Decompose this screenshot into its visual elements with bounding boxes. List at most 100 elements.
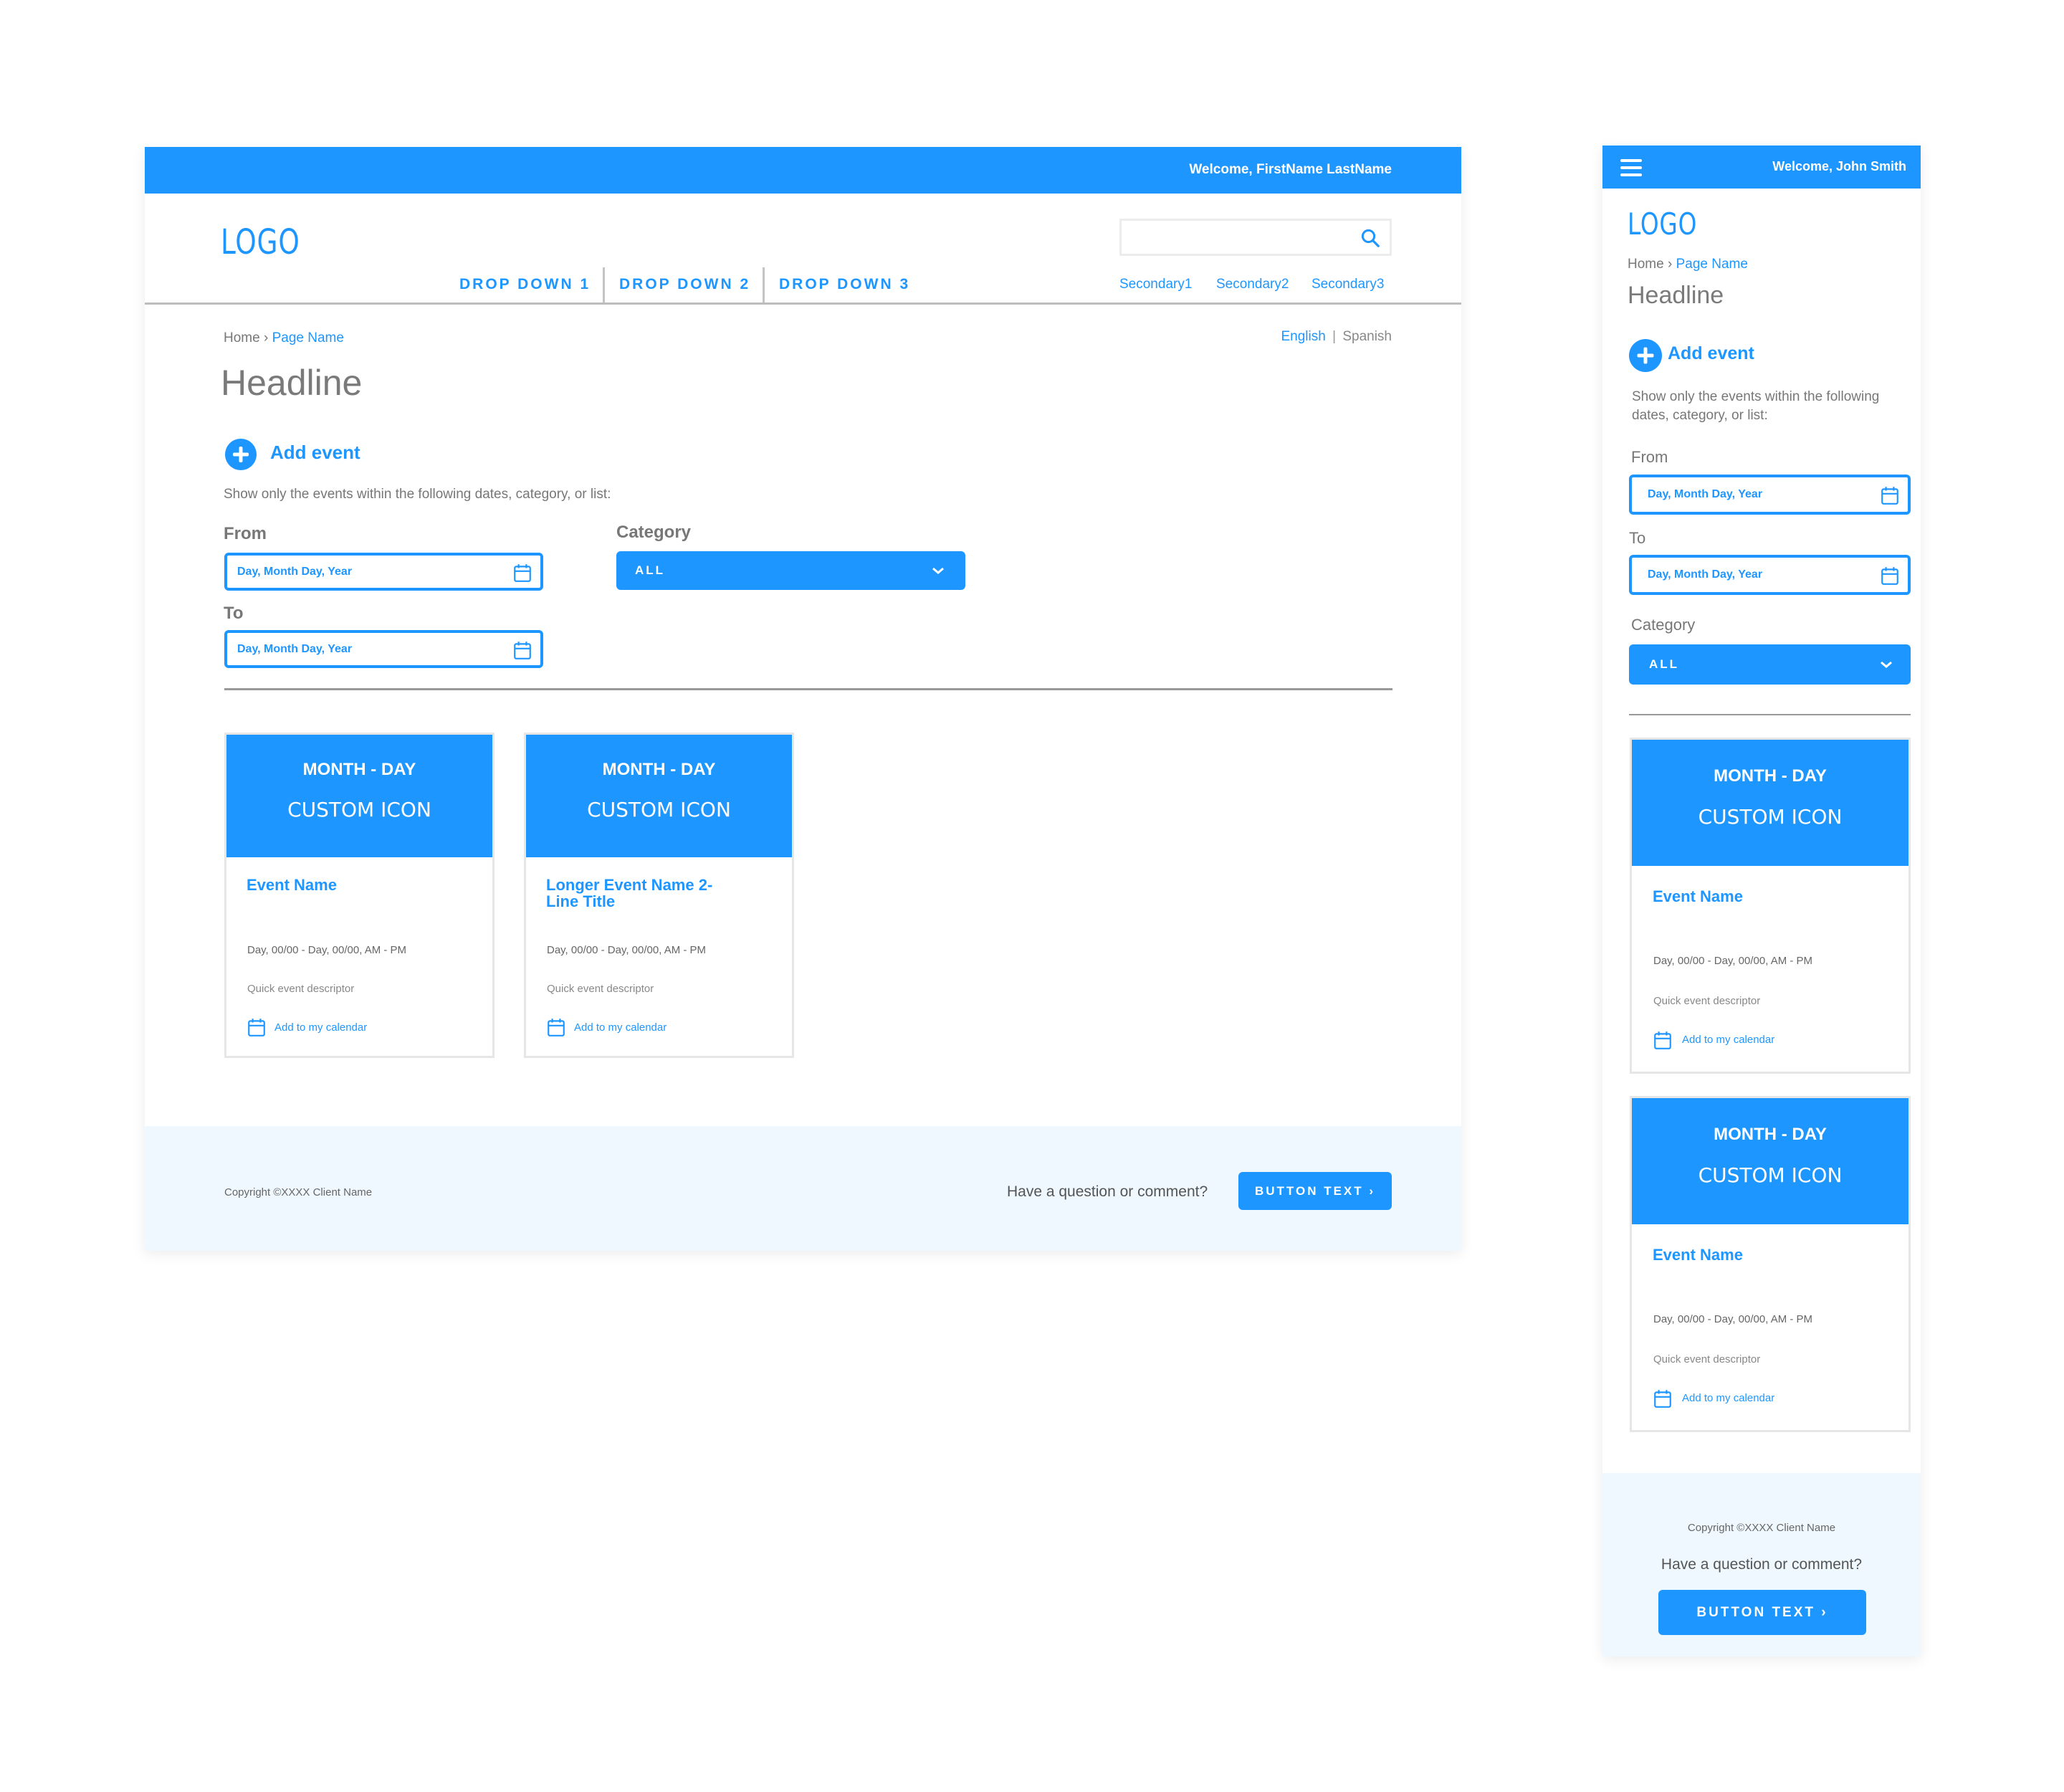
nav-dropdown-3[interactable]: DROP DOWN 3 <box>779 276 910 293</box>
event-name[interactable]: Longer Event Name 2-Line Title <box>546 877 718 910</box>
nav-divider <box>763 267 765 303</box>
from-date-value: Day, Month Day, Year <box>1648 488 1763 500</box>
event-descriptor: Quick event descriptor <box>1653 1353 1761 1366</box>
add-to-calendar-link[interactable]: Add to my calendar <box>1682 1392 1774 1404</box>
add-to-calendar-link[interactable]: Add to my calendar <box>574 1021 666 1034</box>
footer: Copyright ©XXXX Client Name Have a quest… <box>145 1126 1461 1251</box>
mobile-frame: Welcome, John Smith LOGO Home › Page Nam… <box>1602 146 1921 1657</box>
from-date-value: Day, Month Day, Year <box>237 565 353 578</box>
event-name[interactable]: Event Name <box>247 877 462 893</box>
breadcrumb-current: Page Name <box>1676 257 1748 272</box>
calendar-icon[interactable] <box>247 1017 266 1037</box>
welcome-text: Welcome, FirstName LastName <box>1189 162 1392 177</box>
custom-icon: CUSTOM ICON <box>587 798 731 821</box>
breadcrumb: Home › Page Name <box>1628 257 1748 272</box>
to-date-field[interactable]: Day, Month Day, Year <box>1629 555 1911 595</box>
category-select[interactable]: ALL <box>1629 644 1911 685</box>
to-date-field[interactable]: Day, Month Day, Year <box>224 630 543 668</box>
secondary-link-1[interactable]: Secondary1 <box>1119 277 1192 292</box>
add-event-icon[interactable] <box>1629 339 1662 372</box>
add-to-calendar-link[interactable]: Add to my calendar <box>1682 1034 1774 1046</box>
custom-icon: CUSTOM ICON <box>287 798 431 821</box>
calendar-icon[interactable] <box>1881 566 1899 586</box>
event-card[interactable]: MONTH - DAY CUSTOM ICON Event Name Day, … <box>1630 1096 1911 1432</box>
nav-dropdown-2[interactable]: DROP DOWN 2 <box>619 276 750 293</box>
calendar-icon[interactable] <box>1653 1388 1672 1409</box>
card-header: MONTH - DAY CUSTOM ICON <box>226 735 492 857</box>
add-to-calendar-link[interactable]: Add to my calendar <box>274 1021 367 1034</box>
footer-question: Have a question or comment? <box>1007 1183 1208 1200</box>
page-title: Headline <box>1628 282 1724 309</box>
from-date-field[interactable]: Day, Month Day, Year <box>1629 475 1911 515</box>
calendar-icon[interactable] <box>1881 485 1899 505</box>
add-event-icon[interactable] <box>225 439 257 470</box>
breadcrumb: Home › Page Name <box>224 330 344 346</box>
copyright-text: Copyright ©XXXX Client Name <box>1687 1522 1836 1534</box>
card-date: MONTH - DAY <box>602 760 716 779</box>
event-card[interactable]: MONTH - DAY CUSTOM ICON Event Name Day, … <box>1630 738 1911 1074</box>
calendar-icon[interactable] <box>513 563 532 583</box>
secondary-link-3[interactable]: Secondary3 <box>1312 277 1384 292</box>
category-select[interactable]: ALL <box>616 551 965 590</box>
category-value: ALL <box>635 563 666 577</box>
filter-divider <box>1629 714 1911 715</box>
filter-description: dates, category, or list: <box>1632 408 1768 423</box>
language-spanish[interactable]: Spanish <box>1342 329 1392 344</box>
card-header: MONTH - DAY CUSTOM ICON <box>526 735 792 857</box>
search-icon[interactable] <box>1360 227 1381 249</box>
custom-icon: CUSTOM ICON <box>1698 805 1843 829</box>
to-label: To <box>224 604 244 623</box>
event-time: Day, 00/00 - Day, 00/00, AM - PM <box>1653 955 1813 967</box>
event-name[interactable]: Event Name <box>1653 888 1743 905</box>
filter-description: Show only the events within the followin… <box>1632 389 1880 404</box>
breadcrumb-separator: › <box>1667 257 1673 272</box>
event-card[interactable]: MONTH - DAY CUSTOM ICON Longer Event Nam… <box>524 733 794 1058</box>
card-header: MONTH - DAY CUSTOM ICON <box>1632 740 1908 866</box>
calendar-icon[interactable] <box>547 1017 565 1037</box>
footer-cta-button[interactable]: BUTTON TEXT › <box>1238 1172 1392 1210</box>
filter-divider <box>224 688 1392 690</box>
event-card[interactable]: MONTH - DAY CUSTOM ICON Event Name Day, … <box>224 733 494 1058</box>
footer-cta-button[interactable]: BUTTON TEXT › <box>1658 1590 1866 1635</box>
language-english[interactable]: English <box>1281 329 1326 344</box>
card-date: MONTH - DAY <box>1714 1125 1827 1144</box>
top-bar: Welcome, FirstName LastName <box>145 147 1461 194</box>
event-time: Day, 00/00 - Day, 00/00, AM - PM <box>547 944 707 956</box>
event-time: Day, 00/00 - Day, 00/00, AM - PM <box>1653 1313 1813 1325</box>
event-descriptor: Quick event descriptor <box>1653 995 1761 1007</box>
header-divider <box>145 302 1461 305</box>
card-date: MONTH - DAY <box>302 760 416 779</box>
calendar-icon[interactable] <box>1653 1030 1672 1050</box>
event-descriptor: Quick event descriptor <box>247 983 355 995</box>
welcome-text: Welcome, John Smith <box>1772 159 1906 173</box>
add-event-button[interactable]: Add event <box>270 442 360 464</box>
chevron-down-icon <box>1881 661 1892 668</box>
filter-description: Show only the events within the followin… <box>224 487 611 502</box>
from-label: From <box>224 524 267 543</box>
to-date-value: Day, Month Day, Year <box>1648 568 1763 581</box>
category-value: ALL <box>1649 657 1680 671</box>
breadcrumb-home[interactable]: Home <box>224 330 260 345</box>
from-label: From <box>1631 448 1668 466</box>
search-input[interactable] <box>1119 219 1392 256</box>
footer-question: Have a question or comment? <box>1661 1556 1863 1573</box>
nav-dropdown-1[interactable]: DROP DOWN 1 <box>459 276 591 293</box>
from-date-field[interactable]: Day, Month Day, Year <box>224 553 543 591</box>
language-switcher: English | Spanish <box>1281 329 1392 345</box>
chevron-down-icon <box>932 567 944 574</box>
card-date: MONTH - DAY <box>1714 766 1827 786</box>
add-event-button[interactable]: Add event <box>1668 343 1754 364</box>
hamburger-menu-icon[interactable] <box>1620 159 1642 176</box>
breadcrumb-home[interactable]: Home <box>1628 257 1664 272</box>
to-date-value: Day, Month Day, Year <box>237 642 353 655</box>
nav-divider <box>603 267 605 303</box>
secondary-link-2[interactable]: Secondary2 <box>1216 277 1289 292</box>
logo[interactable]: LOGO <box>1628 206 1697 242</box>
calendar-icon[interactable] <box>513 640 532 660</box>
page-title: Headline <box>221 363 363 403</box>
language-separator: | <box>1332 329 1337 344</box>
footer: Copyright ©XXXX Client Name Have a quest… <box>1602 1473 1921 1657</box>
event-name[interactable]: Event Name <box>1653 1247 1743 1263</box>
logo[interactable]: LOGO <box>221 222 300 262</box>
category-label: Category <box>1631 616 1696 634</box>
